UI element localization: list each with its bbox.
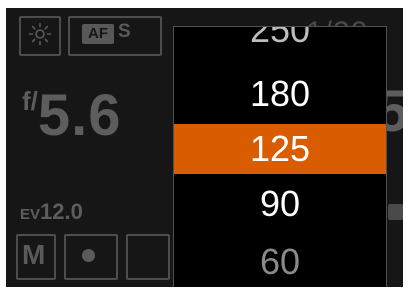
aperture-prefix: f/	[22, 86, 38, 116]
shutter-option-60[interactable]: 60	[174, 239, 386, 285]
shutter-option-250[interactable]: 250	[174, 27, 386, 53]
sun-icon	[28, 22, 52, 46]
card-icon	[388, 204, 403, 220]
camera-screen: AF S 1/20 f/5.6 5 EV12.0 M 250 180 125 9…	[6, 8, 403, 287]
aperture-readout: f/5.6	[22, 82, 122, 149]
af-badge: AF	[82, 24, 114, 44]
af-mode-label: S	[118, 21, 131, 42]
ev-value: 12.0	[40, 199, 83, 224]
shutter-option-180[interactable]: 180	[174, 71, 386, 117]
drive-mode-box[interactable]	[126, 234, 170, 280]
shutter-speed-dropdown[interactable]: 250 180 125 90 60	[173, 26, 387, 287]
exposure-mode-label: M	[22, 239, 46, 270]
shutter-option-90[interactable]: 90	[174, 181, 386, 227]
ev-label: EV	[20, 206, 41, 223]
spot-meter-icon	[82, 249, 95, 262]
shutter-option-125-selected[interactable]: 125	[174, 124, 386, 174]
ev-readout: EV12.0	[20, 199, 83, 225]
aperture-value: 5.6	[37, 83, 122, 148]
